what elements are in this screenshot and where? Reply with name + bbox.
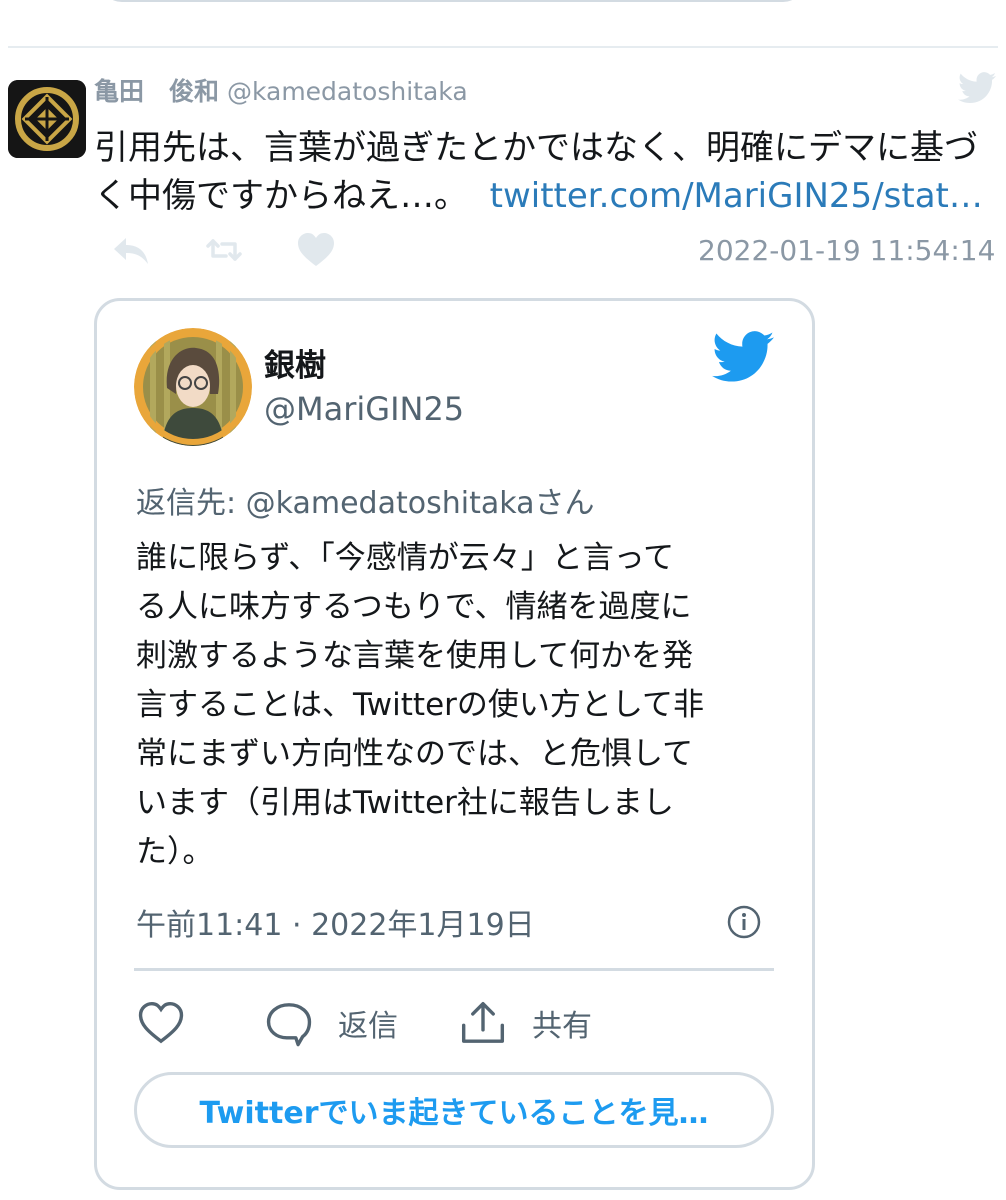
quoted-tweet-time[interactable]: 午前11:41 · 2022年1月19日 xyxy=(136,900,535,944)
retweet-icon[interactable] xyxy=(202,228,246,272)
author-name[interactable]: 亀田 俊和 xyxy=(94,77,219,106)
quoted-reply-button[interactable]: 返信 xyxy=(264,998,398,1048)
reply-icon[interactable] xyxy=(110,228,154,272)
like-icon[interactable] xyxy=(294,228,338,272)
quoted-line: た）。 xyxy=(136,834,214,870)
previous-card-edge xyxy=(100,0,805,2)
quoted-line: 刺激するような言葉を使用して何かを発 xyxy=(136,638,694,674)
quoted-line: 言することは、Twitterの使い方として非 xyxy=(136,687,704,723)
heart-outline-icon xyxy=(138,1001,184,1044)
tweet-timestamp: 2022-01-19 11:54:14 xyxy=(698,234,996,267)
card-divider xyxy=(134,968,774,971)
quoted-line: います（引用はTwitter社に報告しまし xyxy=(136,785,674,821)
reply-to-label[interactable]: 返信先: @kamedatoshitakaさん xyxy=(136,478,594,522)
quoted-share-button[interactable]: 共有 xyxy=(458,998,592,1048)
share-icon xyxy=(461,1001,505,1043)
twitter-bird-icon xyxy=(958,72,996,104)
share-label: 共有 xyxy=(532,1009,592,1044)
info-icon[interactable] xyxy=(726,904,762,940)
author-line: 亀田 俊和 @kamedatoshitaka xyxy=(94,72,468,108)
author-avatar[interactable] xyxy=(8,80,86,158)
quoted-line: 常にまずい方向性なのでは、と危惧して xyxy=(136,736,694,772)
quoted-line: 誰に限らず、「今感情が云々」と言って xyxy=(136,540,675,576)
crest-icon xyxy=(8,80,86,158)
quoted-author-name[interactable]: 銀樹 xyxy=(264,340,326,385)
quoted-author-handle[interactable]: @MariGIN25 xyxy=(264,390,464,428)
quoted-tweet-body: 誰に限らず、「今感情が云々」と言って る人に味方するつもりで、情緒を過度に 刺激… xyxy=(136,534,776,877)
quoted-avatar[interactable] xyxy=(134,328,252,446)
see-more-on-twitter-button[interactable]: Twitterでいま起きていることを見… xyxy=(134,1072,774,1148)
speech-bubble-icon xyxy=(266,1003,312,1047)
quoted-line: る人に味方するつもりで、情緒を過度に xyxy=(136,589,692,625)
tweet-divider xyxy=(8,46,998,48)
tweet-text: 引用先は、言葉が過ぎたとかではなく、明確にデマに基づく中傷ですからねえ…。 tw… xyxy=(94,124,994,220)
quoted-like-button[interactable] xyxy=(136,998,186,1048)
twitter-logo-icon[interactable] xyxy=(712,330,774,384)
author-handle[interactable]: @kamedatoshitaka xyxy=(227,77,468,106)
tweet-link[interactable]: twitter.com/MariGIN25/stat… xyxy=(490,176,983,216)
reply-label: 返信 xyxy=(338,1009,398,1044)
